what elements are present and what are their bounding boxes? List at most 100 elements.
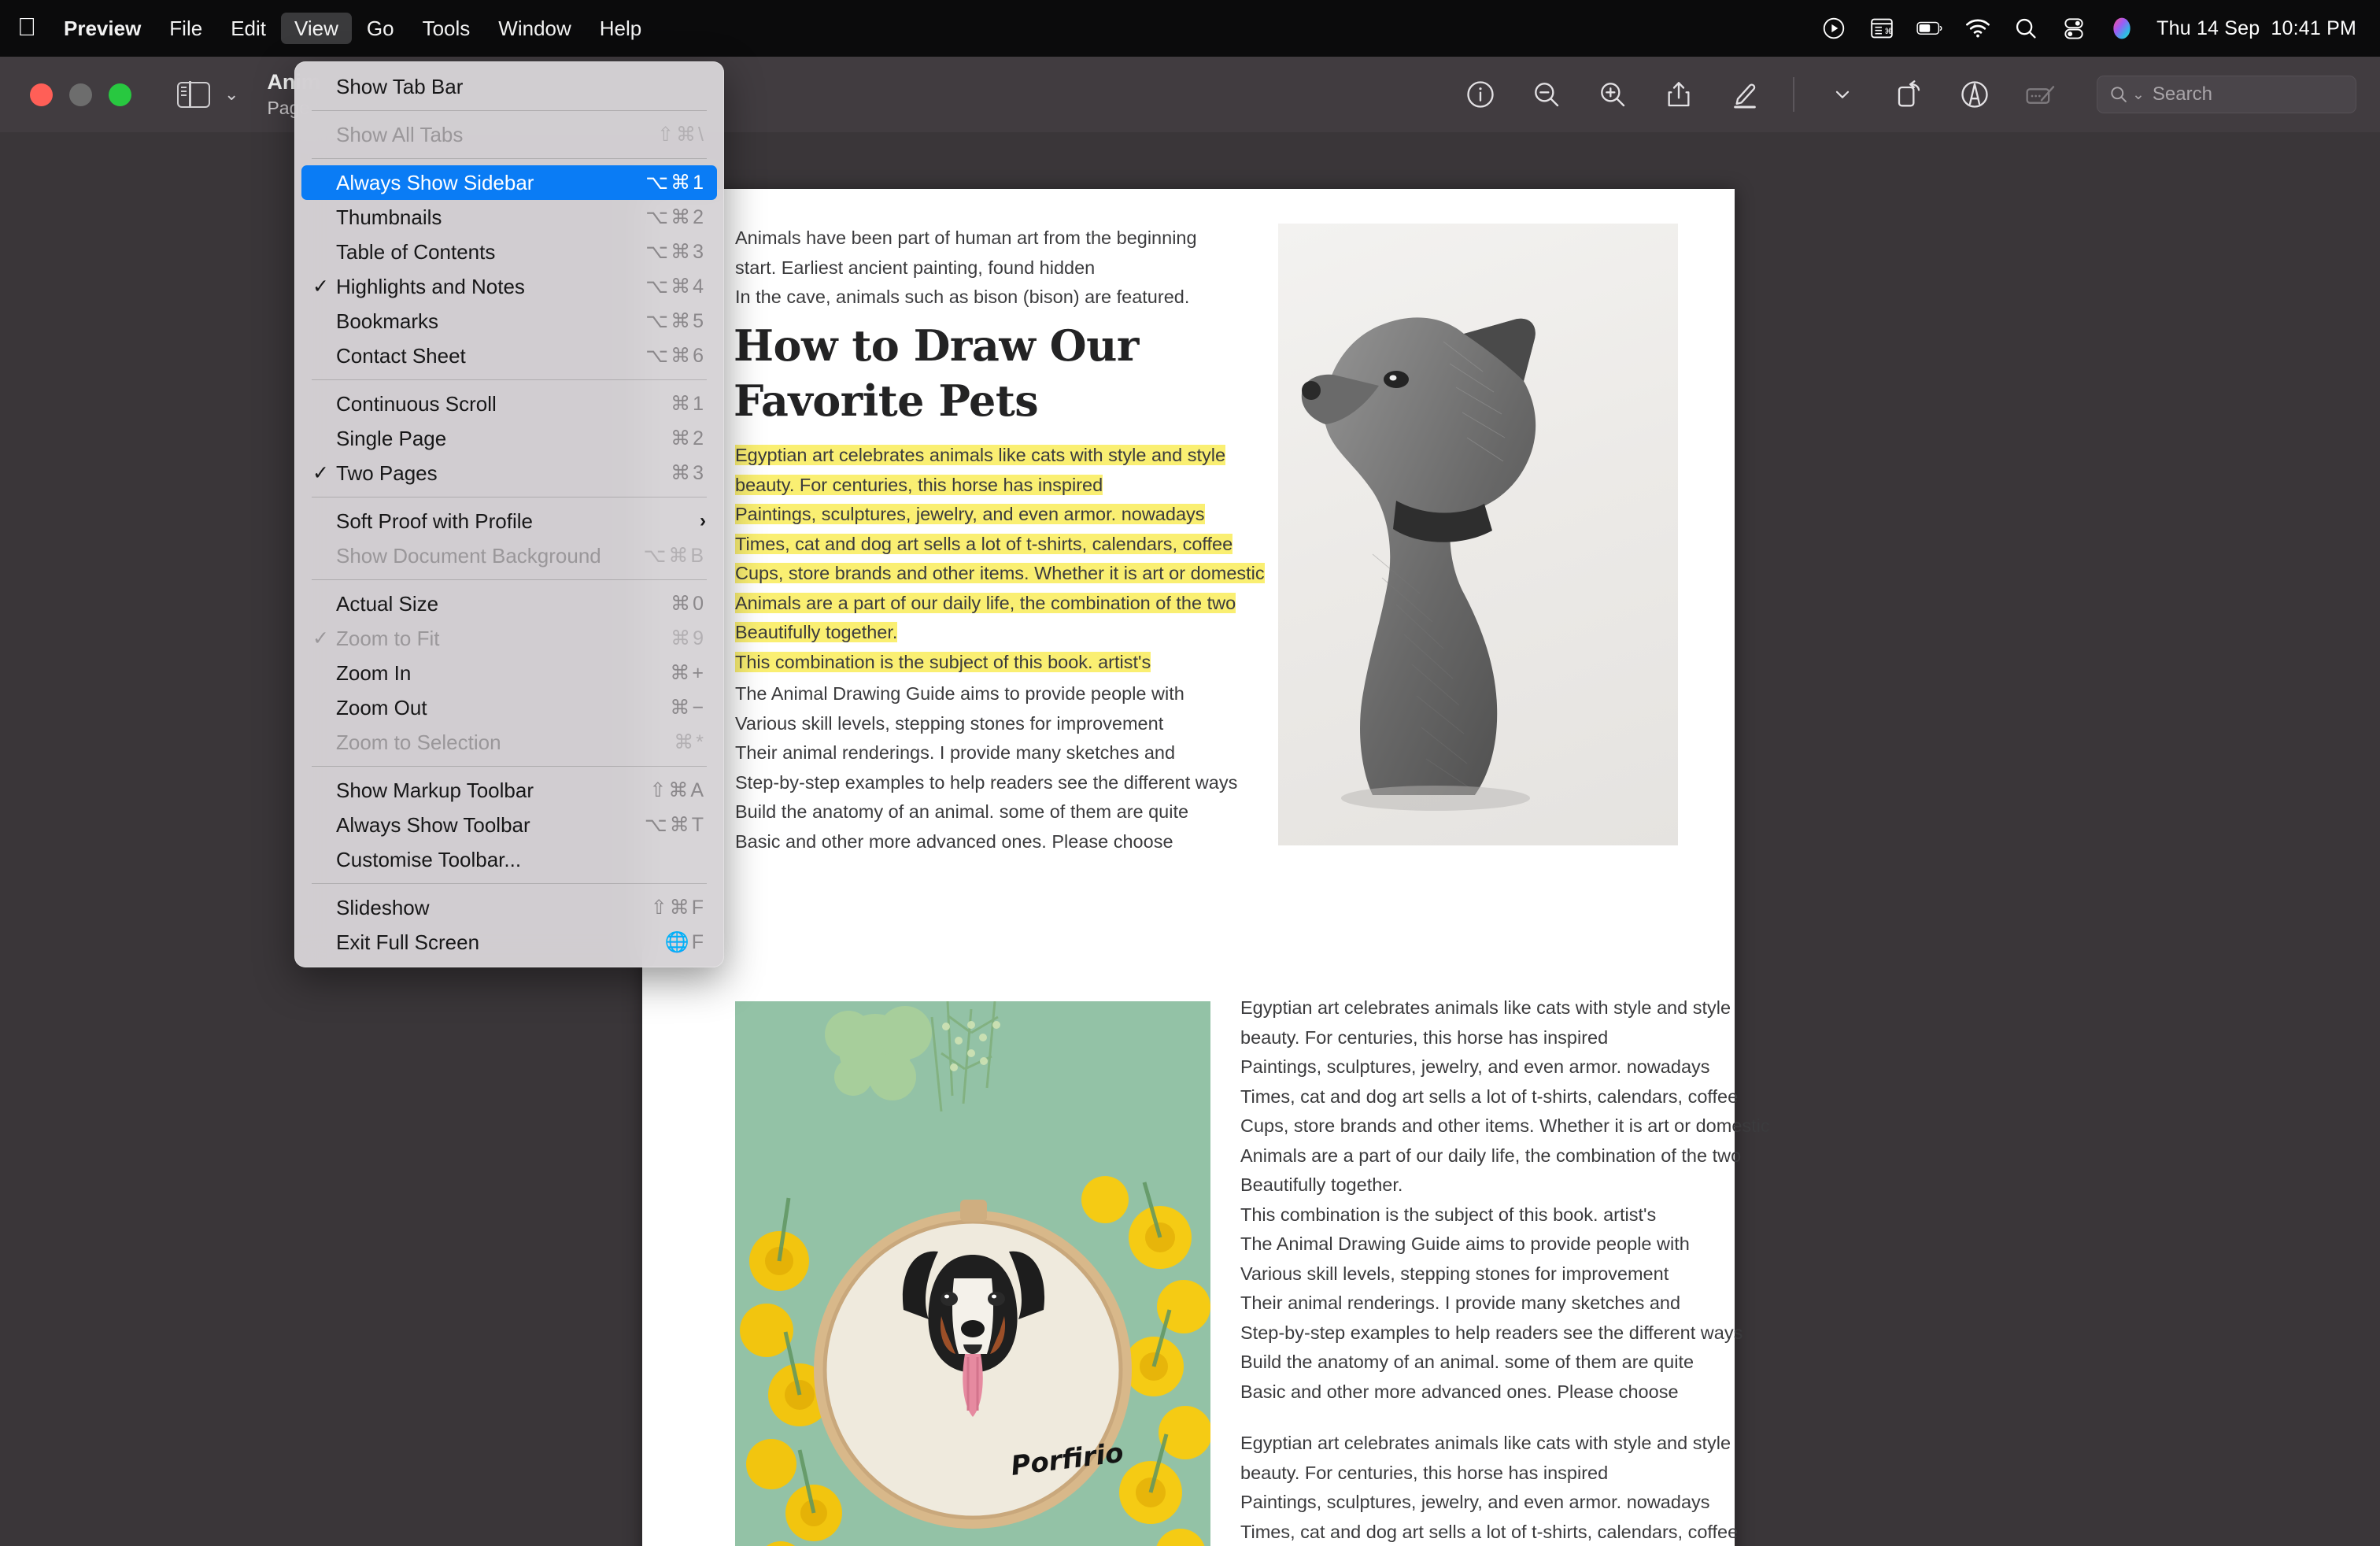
intro-line: Animals have been part of human art from… (735, 227, 1197, 248)
sidebar-icon (177, 80, 210, 109)
menu-item-label: Zoom Out (336, 695, 427, 719)
menu-item-label: Exit Full Screen (336, 930, 480, 954)
menu-item-show-document-background: Show Document Background ⌥⌘B (301, 538, 717, 573)
plain-line: Basic and other more advanced ones. Plea… (735, 830, 1173, 852)
highlight-pen-icon[interactable] (1727, 76, 1763, 113)
menu-edit[interactable]: Edit (217, 13, 279, 44)
search-icon[interactable] (2012, 15, 2039, 42)
menu-item-label: Soft Proof with Profile (336, 509, 533, 533)
highlighted-line: This combination is the subject of this … (735, 651, 1151, 672)
menu-item-continuous-scroll[interactable]: Continuous Scroll ⌘1 (301, 386, 717, 421)
menu-window[interactable]: Window (485, 13, 584, 44)
menu-item-label: Customise Toolbar... (336, 847, 522, 871)
menu-help[interactable]: Help (586, 13, 655, 44)
checkmark-icon: ✓ (312, 462, 329, 484)
right-line: beauty. For centuries, this horse has in… (1240, 1462, 1609, 1483)
menu-item-shortcut: ⌥⌘6 (645, 345, 706, 367)
dog-embroidery-photo: Porfirio (735, 1001, 1210, 1546)
maximize-button[interactable] (109, 83, 131, 106)
menu-item-label: Bookmarks (336, 309, 439, 333)
menu-item-contact-sheet[interactable]: Contact Sheet ⌥⌘6 (301, 338, 717, 373)
menu-item-label: Single Page (336, 426, 447, 450)
play-circle-icon[interactable] (1820, 15, 1847, 42)
menu-separator (312, 883, 707, 884)
menu-item-label: Continuous Scroll (336, 391, 497, 416)
zoom-in-icon[interactable] (1595, 76, 1631, 113)
menu-item-show-all-tabs: Show All Tabs ⇧⌘\ (301, 117, 717, 152)
battery-icon[interactable] (1916, 15, 1943, 42)
menu-view[interactable]: View (281, 13, 352, 44)
minimize-button[interactable] (69, 83, 92, 106)
menu-item-zoom-to-fit: ✓ Zoom to Fit ⌘9 (301, 621, 717, 656)
menu-preview[interactable]: Preview (50, 13, 154, 44)
search-input[interactable]: ⌄ Search (2097, 76, 2356, 113)
search-scope-chevron-icon[interactable]: ⌄ (2132, 86, 2145, 104)
menu-item-label: Zoom In (336, 660, 412, 685)
menu-item-label: Show Markup Toolbar (336, 778, 534, 802)
toolbar-divider (1793, 77, 1794, 112)
close-button[interactable] (30, 83, 53, 106)
menu-item-always-show-toolbar[interactable]: Always Show Toolbar ⌥⌘T (301, 808, 717, 842)
menu-item-shortcut: ⌥⌘1 (645, 172, 706, 194)
menu-item-shortcut: ⌥⌘3 (645, 241, 706, 263)
chevron-down-icon[interactable]: ⌄ (224, 86, 238, 103)
wifi-icon[interactable] (1964, 15, 1991, 42)
menu-item-actual-size[interactable]: Actual Size ⌘0 (301, 586, 717, 621)
checkmark-icon: ✓ (312, 276, 329, 298)
menu-item-show-tab-bar[interactable]: Show Tab Bar (301, 69, 717, 104)
menu-item-single-page[interactable]: Single Page ⌘2 (301, 421, 717, 456)
menu-item-label: Show Document Background (336, 543, 601, 568)
right-line: Cups, store brands and other items. Whet… (1240, 1115, 1770, 1136)
menu-item-zoom-to-selection: Zoom to Selection ⌘* (301, 725, 717, 760)
menu-item-slideshow[interactable]: Slideshow ⇧⌘F (301, 890, 717, 925)
menu-item-zoom-in[interactable]: Zoom In ⌘+ (301, 656, 717, 690)
menu-item-customise-toolbar[interactable]: Customise Toolbar... (301, 842, 717, 877)
control-center-icon[interactable] (2060, 15, 2087, 42)
menu-item-label: Always Show Sidebar (336, 170, 534, 194)
traffic-lights[interactable] (0, 83, 131, 106)
zoom-out-icon[interactable] (1528, 76, 1565, 113)
menu-item-two-pages[interactable]: ✓ Two Pages ⌘3 (301, 456, 717, 490)
menu-tools[interactable]: Tools (409, 13, 484, 44)
right-line: Their animal renderings. I provide many … (1240, 1293, 1681, 1313)
highlighted-line: Beautifully together. (735, 622, 898, 642)
siri-icon[interactable] (2108, 15, 2135, 42)
chevron-down-icon[interactable] (1824, 76, 1861, 113)
search-icon (2111, 87, 2127, 102)
menu-item-shortcut: ⌥⌘B (643, 545, 706, 567)
menubar-clock[interactable]: Thu 14 Sep 10:41 PM (2156, 17, 2356, 40)
markup-icon[interactable] (2023, 76, 2059, 113)
apple-logo-icon[interactable]:  (17, 14, 50, 43)
view-dropdown-menu[interactable]: Show Tab Bar Show All Tabs ⇧⌘\ Always Show … (294, 61, 724, 967)
highlighted-paragraph[interactable]: Egyptian art celebrates animals like cat… (735, 441, 1265, 677)
plain-line: Build the anatomy of an animal. some of … (735, 801, 1189, 822)
menu-item-bookmarks[interactable]: Bookmarks ⌥⌘5 (301, 304, 717, 338)
menu-file[interactable]: File (156, 13, 216, 44)
menu-item-soft-proof-with-profile[interactable]: Soft Proof with Profile › (301, 504, 717, 538)
right-line: Times, cat and dog art sells a lot of t-… (1240, 1086, 1739, 1107)
menu-item-thumbnails[interactable]: Thumbnails ⌥⌘2 (301, 200, 717, 235)
menu-item-table-of-contents[interactable]: Table of Contents ⌥⌘3 (301, 235, 717, 269)
info-icon[interactable] (1462, 76, 1499, 113)
right-line: Egyptian art celebrates animals like cat… (1240, 1433, 1731, 1453)
menu-item-highlights-and-notes[interactable]: ✓ Highlights and Notes ⌥⌘4 (301, 269, 717, 304)
menu-item-label: Slideshow (336, 895, 430, 919)
screen-mirroring-icon[interactable]: ⌘ (1868, 15, 1895, 42)
menu-go[interactable]: Go (353, 13, 408, 44)
sign-icon[interactable] (1957, 76, 1993, 113)
menu-item-shortcut: ⌘3 (671, 462, 706, 484)
menu-item-label: Contact Sheet (336, 343, 466, 368)
sidebar-toggle-button[interactable]: ⌄ (177, 80, 238, 109)
highlighted-line: Cups, store brands and other items. Whet… (735, 563, 1265, 583)
right-line: Animals are a part of our daily life, th… (1240, 1145, 1742, 1166)
rotate-icon[interactable] (1890, 76, 1927, 113)
menu-item-zoom-out[interactable]: Zoom Out ⌘− (301, 690, 717, 725)
svg-text:⌘: ⌘ (1884, 28, 1892, 36)
menu-item-exit-full-screen[interactable]: Exit Full Screen 🌐F (301, 925, 717, 960)
share-icon[interactable] (1661, 76, 1697, 113)
plain-line: Step-by-step examples to help readers se… (735, 771, 1238, 793)
menu-item-show-markup-toolbar[interactable]: Show Markup Toolbar ⇧⌘A (301, 773, 717, 808)
menu-item-shortcut: ⇧⌘F (650, 897, 706, 919)
menu-item-always-show-sidebar[interactable]: Always Show Sidebar ⌥⌘1 (301, 165, 717, 200)
menu-separator (312, 158, 707, 159)
